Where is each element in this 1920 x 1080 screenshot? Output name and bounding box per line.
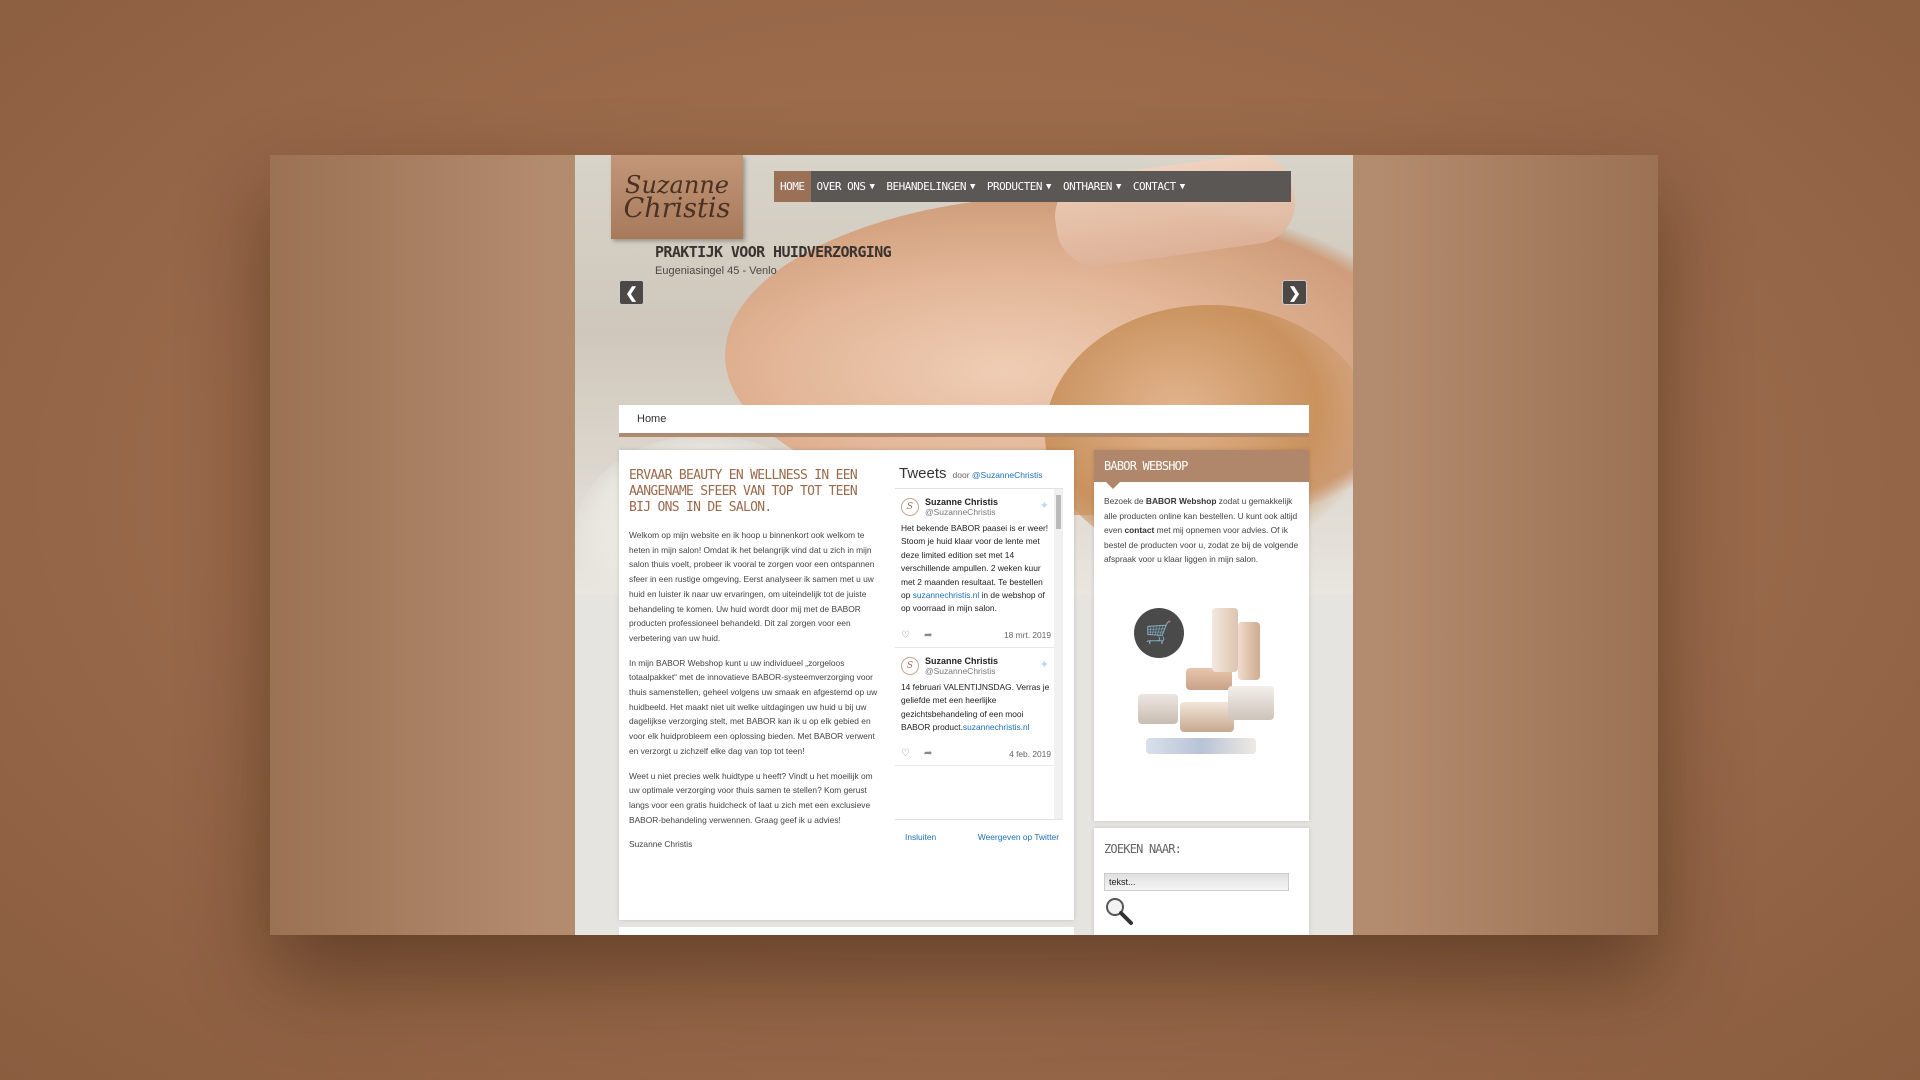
content-panel-next bbox=[619, 927, 1074, 935]
twitter-title: Tweets bbox=[899, 465, 947, 482]
tweet-name[interactable]: Suzanne Christis bbox=[925, 497, 998, 507]
twitter-timeline: Tweets door @SuzanneChristis S Suzanne C… bbox=[895, 460, 1063, 870]
contact-link[interactable]: contact bbox=[1125, 525, 1155, 535]
article-paragraph-3: Weet u niet precies welk huidtype u heef… bbox=[629, 770, 873, 825]
slider-next-button[interactable]: ❯ bbox=[1282, 280, 1307, 305]
embed-link[interactable]: Insluiten bbox=[905, 832, 936, 842]
twitter-scrollbar[interactable] bbox=[1054, 489, 1063, 819]
product-jar bbox=[1138, 694, 1178, 724]
search-icon[interactable] bbox=[1104, 896, 1134, 926]
cart-icon[interactable]: 🛒 bbox=[1134, 608, 1184, 658]
tweet[interactable]: S Suzanne Christis @SuzanneChristis ✦ He… bbox=[895, 489, 1063, 648]
chevron-down-icon: ▼ bbox=[1046, 181, 1051, 192]
tweet-text: Het bekende BABOR paasei is er weer! Sto… bbox=[901, 522, 1051, 616]
nav-contact[interactable]: CONTACT ▼ bbox=[1127, 171, 1191, 202]
product-bottle bbox=[1212, 608, 1238, 672]
avatar[interactable]: S bbox=[901, 656, 919, 675]
chevron-down-icon: ▼ bbox=[970, 181, 975, 192]
breadcrumb: Home bbox=[619, 405, 1309, 437]
nav-label: ONTHAREN bbox=[1062, 180, 1112, 193]
nav-producten[interactable]: PRODUCTEN ▼ bbox=[981, 171, 1057, 202]
tagline: PRAKTIJK VOOR HUIDVERZORGING bbox=[655, 243, 892, 261]
tweet-name[interactable]: Suzanne Christis bbox=[925, 656, 998, 666]
nav-label: HOME bbox=[780, 180, 805, 193]
chevron-down-icon: ▼ bbox=[1179, 181, 1185, 192]
nav-over-ons[interactable]: OVER ONS ▼ bbox=[811, 171, 881, 202]
search-widget: ZOEKEN NAAR: tekst... bbox=[1094, 828, 1309, 935]
article-signature: Suzanne Christis bbox=[629, 839, 693, 850]
webshop-link[interactable]: BABOR Webshop bbox=[1146, 496, 1217, 506]
avatar[interactable]: S bbox=[901, 498, 919, 516]
tweet-link[interactable]: suzannechristis.nl bbox=[913, 590, 980, 600]
address: Eugeniasingel 45 - Venlo bbox=[655, 265, 777, 277]
webshop-widget: BABOR WEBSHOP Bezoek de BABOR Webshop zo… bbox=[1094, 450, 1309, 821]
site-logo[interactable]: Suzanne Christis bbox=[611, 155, 743, 239]
tweet-user-info: Suzanne Christis @SuzanneChristis bbox=[925, 497, 998, 517]
chevron-right-icon: ❯ bbox=[1288, 284, 1301, 302]
nav-label: OVER ONS bbox=[816, 180, 866, 193]
chevron-down-icon: ▼ bbox=[1115, 181, 1121, 192]
share-icon[interactable]: ➦ bbox=[924, 630, 932, 641]
logo-line2: Christis bbox=[623, 192, 731, 224]
heart-icon[interactable]: ♡ bbox=[901, 748, 910, 759]
tweet-date[interactable]: 18 mrt. 2019 bbox=[1004, 630, 1051, 640]
tweet-actions: ♡ ➦ 4 feb. 2019 bbox=[901, 748, 1051, 759]
webshop-text: Bezoek de BABOR Webshop zodat u gemakkel… bbox=[1094, 482, 1309, 567]
nav-label: BEHANDELINGEN bbox=[886, 180, 966, 193]
tweet-user: S Suzanne Christis @SuzanneChristis bbox=[901, 497, 1051, 517]
search-input[interactable]: tekst... bbox=[1104, 873, 1289, 891]
tweet[interactable]: S Suzanne Christis @SuzanneChristis ✦ 14… bbox=[895, 648, 1063, 767]
search-title: ZOEKEN NAAR: bbox=[1104, 842, 1182, 856]
twitter-by: door @SuzanneChristis bbox=[953, 470, 1043, 480]
twitter-by-prefix: door bbox=[952, 470, 970, 480]
webshop-title: BABOR WEBSHOP bbox=[1094, 450, 1309, 489]
nav-behandelingen[interactable]: BEHANDELINGEN ▼ bbox=[880, 171, 981, 202]
nav-ontharen[interactable]: ONTHAREN ▼ bbox=[1057, 171, 1127, 202]
tweet-handle[interactable]: @SuzanneChristis bbox=[925, 507, 998, 517]
tweet-user-info: Suzanne Christis @SuzanneChristis bbox=[925, 656, 998, 676]
breadcrumb-home[interactable]: Home bbox=[637, 413, 666, 425]
chevron-down-icon: ▼ bbox=[869, 181, 875, 192]
twitter-handle-link[interactable]: @SuzanneChristis bbox=[972, 470, 1043, 480]
share-icon[interactable]: ➦ bbox=[924, 748, 932, 759]
twitter-bird-icon[interactable]: ✦ bbox=[1040, 499, 1049, 512]
tweet-actions: ♡ ➦ 18 mrt. 2019 bbox=[901, 630, 1051, 641]
tweet-user: S Suzanne Christis @SuzanneChristis bbox=[901, 656, 1051, 676]
scrollbar-thumb[interactable] bbox=[1056, 495, 1061, 529]
main-content: ERVAAR BEAUTY EN WELLNESS IN EEN AANGENA… bbox=[619, 450, 1074, 920]
heart-icon[interactable]: ♡ bbox=[901, 630, 910, 641]
tweet-body: Het bekende BABOR paasei is er weer! Sto… bbox=[901, 523, 1049, 601]
chevron-left-icon: ❮ bbox=[625, 284, 638, 302]
tweet-text: 14 februari VALENTIJNSDAG. Verras je gel… bbox=[901, 681, 1051, 735]
twitter-footer: Insluiten Weergeven op Twitter bbox=[895, 832, 1063, 842]
twitter-feed[interactable]: S Suzanne Christis @SuzanneChristis ✦ He… bbox=[895, 488, 1063, 820]
twitter-header: Tweets door @SuzanneChristis bbox=[895, 460, 1063, 487]
main-nav: HOME OVER ONS ▼ BEHANDELINGEN ▼ PRODUCTEN ▼… bbox=[774, 171, 1291, 202]
article: ERVAAR BEAUTY EN WELLNESS IN EEN AANGENA… bbox=[629, 468, 881, 862]
product-bottle bbox=[1238, 622, 1260, 680]
product-jar bbox=[1180, 702, 1234, 732]
nav-label: PRODUCTEN bbox=[986, 180, 1043, 193]
tweet-handle[interactable]: @SuzanneChristis bbox=[925, 666, 998, 676]
product-jar bbox=[1228, 686, 1274, 720]
webshop-text-1: Bezoek de bbox=[1104, 496, 1146, 506]
webshop-product-image[interactable]: 🛒 bbox=[1116, 598, 1286, 788]
twitter-bird-icon[interactable]: ✦ bbox=[1040, 658, 1049, 671]
slider-prev-button[interactable]: ❮ bbox=[619, 280, 644, 305]
article-paragraph-2: In mijn BABOR Webshop kunt u uw individu… bbox=[629, 657, 878, 756]
nav-home[interactable]: HOME bbox=[774, 171, 811, 202]
tweet-date[interactable]: 4 feb. 2019 bbox=[1009, 749, 1051, 759]
website: Suzanne Christis HOME OVER ONS ▼ BEHANDEL… bbox=[575, 155, 1353, 935]
nav-label: CONTACT bbox=[1132, 180, 1176, 193]
article-paragraph-1: Welkom op mijn website en ik hoop u binn… bbox=[629, 530, 875, 643]
view-on-twitter-link[interactable]: Weergeven op Twitter bbox=[978, 832, 1059, 842]
article-title: ERVAAR BEAUTY EN WELLNESS IN EEN AANGENA… bbox=[629, 468, 858, 515]
product-ampoules bbox=[1146, 738, 1256, 754]
tweet-link[interactable]: suzannechristis.nl bbox=[963, 722, 1030, 732]
